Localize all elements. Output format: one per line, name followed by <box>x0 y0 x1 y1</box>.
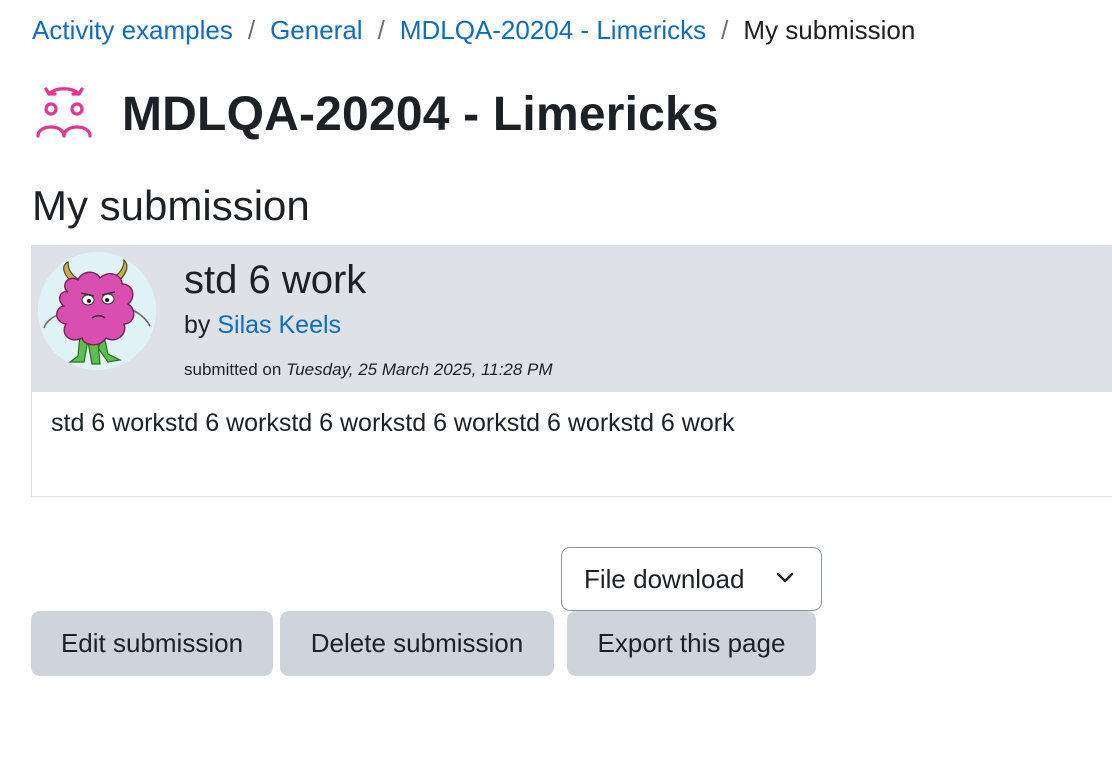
edit-submission-button[interactable]: Edit submission <box>31 611 273 676</box>
submitted-date: Tuesday, 25 March 2025, 11:28 PM <box>286 360 553 379</box>
breadcrumb-link-activity[interactable]: MDLQA-20204 - Limericks <box>400 15 706 46</box>
breadcrumb-separator: / <box>377 14 385 45</box>
breadcrumb-separator: / <box>721 14 729 45</box>
file-download-select-value: File download <box>584 563 745 594</box>
pink-monster-avatar-icon <box>38 252 156 370</box>
avatar[interactable] <box>38 252 156 370</box>
breadcrumb-link-general[interactable]: General <box>270 15 363 46</box>
breadcrumb: Activity examples / General / MDLQA-2020… <box>32 12 915 48</box>
submission-title: std 6 work <box>184 258 367 302</box>
submitted-on: submitted on Tuesday, 25 March 2025, 11:… <box>184 358 553 382</box>
page-title: MDLQA-20204 - Limericks <box>122 87 719 141</box>
submission-card: std 6 work by Silas Keels submitted on T… <box>31 245 1112 497</box>
author-link[interactable]: Silas Keels <box>217 311 341 339</box>
workshop-peer-assessment-icon <box>32 82 102 146</box>
submission-content: std 6 workstd 6 workstd 6 workstd 6 work… <box>51 409 735 437</box>
submission-byline: by Silas Keels <box>184 308 341 342</box>
breadcrumb-link-activity-examples[interactable]: Activity examples <box>32 15 233 46</box>
breadcrumb-separator: / <box>247 14 256 45</box>
export-page-button[interactable]: Export this page <box>567 611 816 676</box>
by-label: by <box>184 311 211 339</box>
chevron-down-icon <box>776 572 794 583</box>
page-header: MDLQA-20204 - Limericks <box>32 76 719 152</box>
breadcrumb-current: My submission <box>743 14 916 45</box>
delete-submission-button[interactable]: Delete submission <box>280 611 554 676</box>
section-title: My submission <box>32 182 310 229</box>
file-download-select[interactable]: File download <box>561 547 822 611</box>
submission-header: std 6 work by Silas Keels submitted on T… <box>32 246 1112 392</box>
submitted-label: submitted on <box>184 360 282 379</box>
